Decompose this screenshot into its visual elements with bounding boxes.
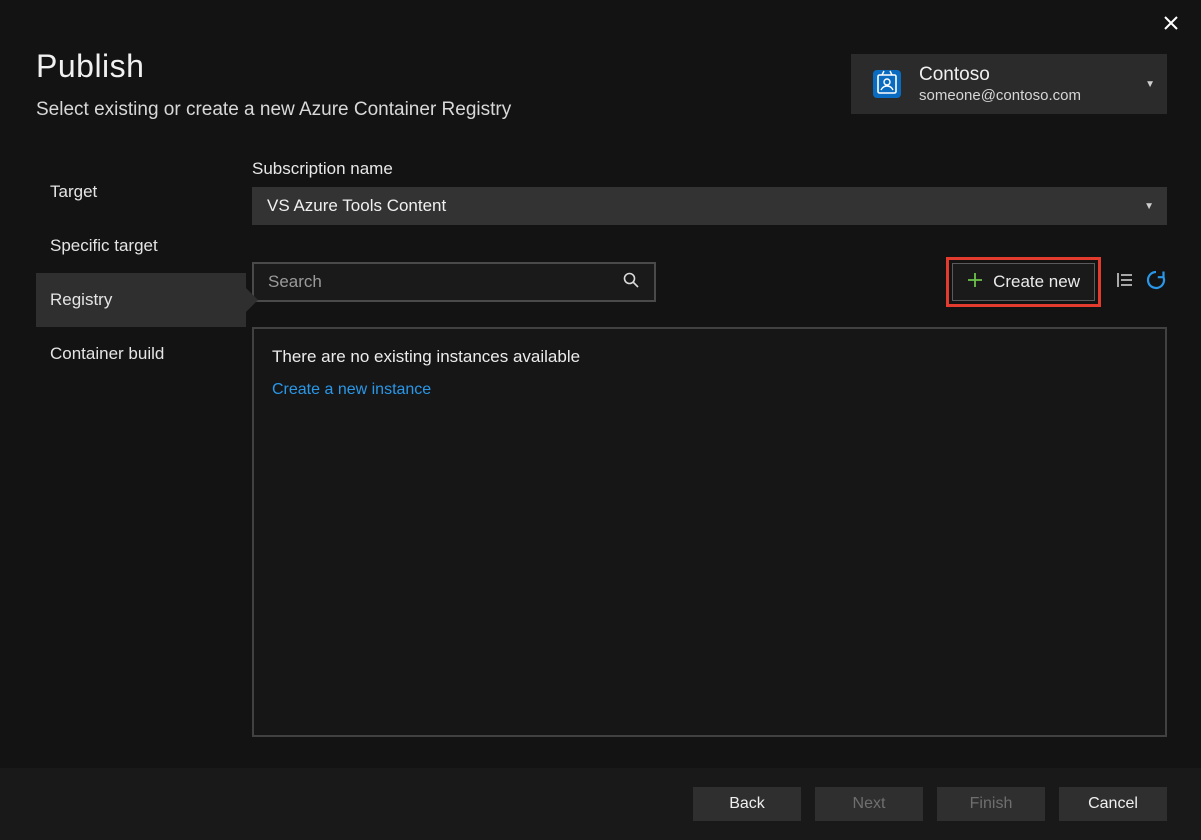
plus-icon	[967, 272, 983, 293]
nav-item-label: Target	[50, 182, 97, 202]
nav-item-target[interactable]: Target	[36, 165, 246, 219]
subscription-label: Subscription name	[252, 159, 1167, 179]
back-button[interactable]: Back	[693, 787, 801, 821]
search-icon	[622, 271, 640, 294]
registry-toolbar: Create new	[252, 257, 1167, 307]
nav-item-container-build[interactable]: Container build	[36, 327, 246, 381]
finish-button: Finish	[937, 787, 1045, 821]
nav-item-label: Container build	[50, 344, 164, 364]
refresh-icon[interactable]	[1145, 269, 1167, 296]
nav-item-label: Registry	[50, 290, 112, 310]
publish-dialog: Publish Select existing or create a new …	[0, 0, 1201, 840]
dialog-body: Target Specific target Registry Containe…	[0, 159, 1201, 768]
create-new-button[interactable]: Create new	[952, 263, 1095, 301]
nav-item-specific-target[interactable]: Specific target	[36, 219, 246, 273]
subscription-select[interactable]: VS Azure Tools Content ▼	[252, 187, 1167, 225]
create-new-highlight: Create new	[946, 257, 1101, 307]
create-instance-link[interactable]: Create a new instance	[272, 381, 431, 399]
cancel-button[interactable]: Cancel	[1059, 787, 1167, 821]
account-email: someone@contoso.com	[919, 87, 1145, 106]
nav-steps: Target Specific target Registry Containe…	[36, 159, 246, 768]
main-panel: Subscription name VS Azure Tools Content…	[252, 159, 1167, 768]
account-name: Contoso	[919, 63, 1145, 87]
chevron-down-icon: ▼	[1145, 79, 1155, 90]
subscription-value: VS Azure Tools Content	[267, 196, 446, 216]
chevron-down-icon: ▼	[1144, 201, 1154, 212]
account-text: Contoso someone@contoso.com	[919, 63, 1145, 106]
create-new-label: Create new	[993, 272, 1080, 292]
list-view-icon[interactable]	[1115, 270, 1135, 295]
instances-list: There are no existing instances availabl…	[252, 327, 1167, 737]
account-selector[interactable]: Contoso someone@contoso.com ▼	[851, 54, 1167, 114]
nav-item-registry[interactable]: Registry	[36, 273, 246, 327]
search-box[interactable]	[252, 262, 656, 302]
close-icon[interactable]	[1163, 14, 1179, 37]
next-button: Next	[815, 787, 923, 821]
empty-message: There are no existing instances availabl…	[272, 347, 1147, 367]
nav-item-label: Specific target	[50, 236, 158, 256]
search-input[interactable]	[268, 272, 614, 292]
dialog-footer: Back Next Finish Cancel	[0, 768, 1201, 840]
account-badge-icon	[869, 66, 905, 102]
